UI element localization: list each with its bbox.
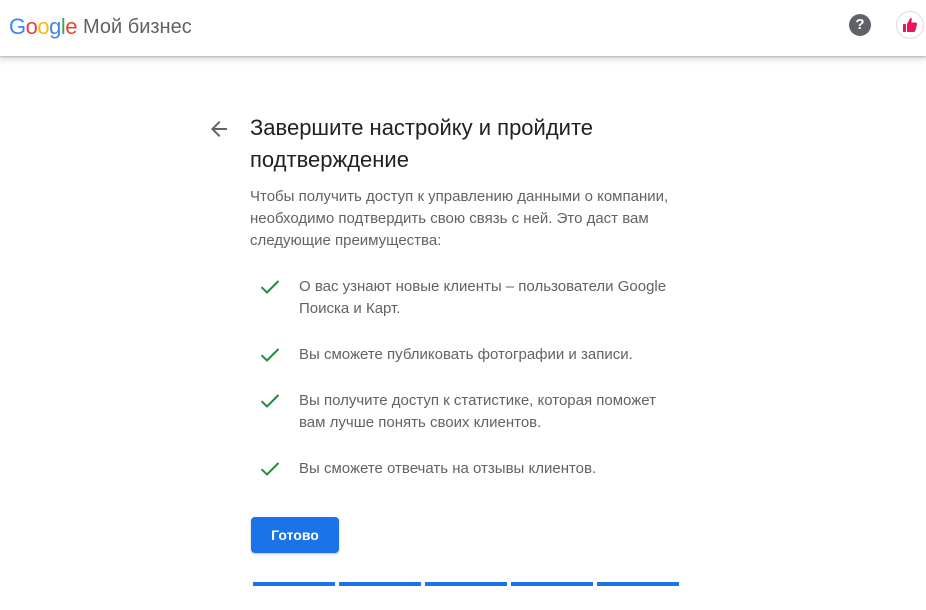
help-button[interactable]: ? [849, 14, 871, 36]
progress-segment [511, 582, 593, 586]
check-icon [260, 394, 280, 408]
logo-letter: o [37, 14, 50, 39]
brand-logo-link[interactable]: Google Мой бизнес [9, 11, 192, 43]
check-icon [260, 348, 280, 362]
account-avatar-button[interactable] [896, 11, 924, 39]
back-button[interactable] [205, 115, 233, 143]
logo-letter: o [25, 14, 38, 39]
check-icon [260, 462, 280, 476]
thumbs-up-avatar-icon [903, 17, 918, 32]
help-circle-icon: ? [855, 16, 865, 33]
progress-segment [597, 582, 679, 586]
benefit-text: Вы получите доступ к статистике, которая… [299, 392, 656, 431]
benefit-text: О вас узнают новые клиенты – пользовател… [299, 278, 667, 317]
arrow-back-icon [211, 121, 227, 137]
logo-letter: G [9, 14, 26, 39]
progress-segment [339, 582, 421, 586]
benefit-text: Вы сможете публиковать фотографии и запи… [299, 346, 633, 363]
benefit-text: Вы сможете отвечать на отзывы клиентов. [299, 460, 597, 477]
step-progress-bar [253, 582, 683, 587]
page-title: Завершите настройку и пройдите подтвержд… [250, 115, 594, 172]
google-logo: Google [9, 14, 78, 39]
logo-letter: g [49, 14, 61, 39]
logo-letter: e [65, 14, 78, 39]
progress-segment [425, 582, 507, 586]
done-button[interactable]: Готово [251, 517, 339, 553]
progress-segment [253, 582, 335, 586]
check-icon [260, 280, 280, 294]
product-name: Мой бизнес [83, 16, 192, 38]
intro-description: Чтобы получить доступ к управлению данны… [250, 188, 669, 249]
app-header: Google Мой бизнес ? [0, 0, 926, 56]
